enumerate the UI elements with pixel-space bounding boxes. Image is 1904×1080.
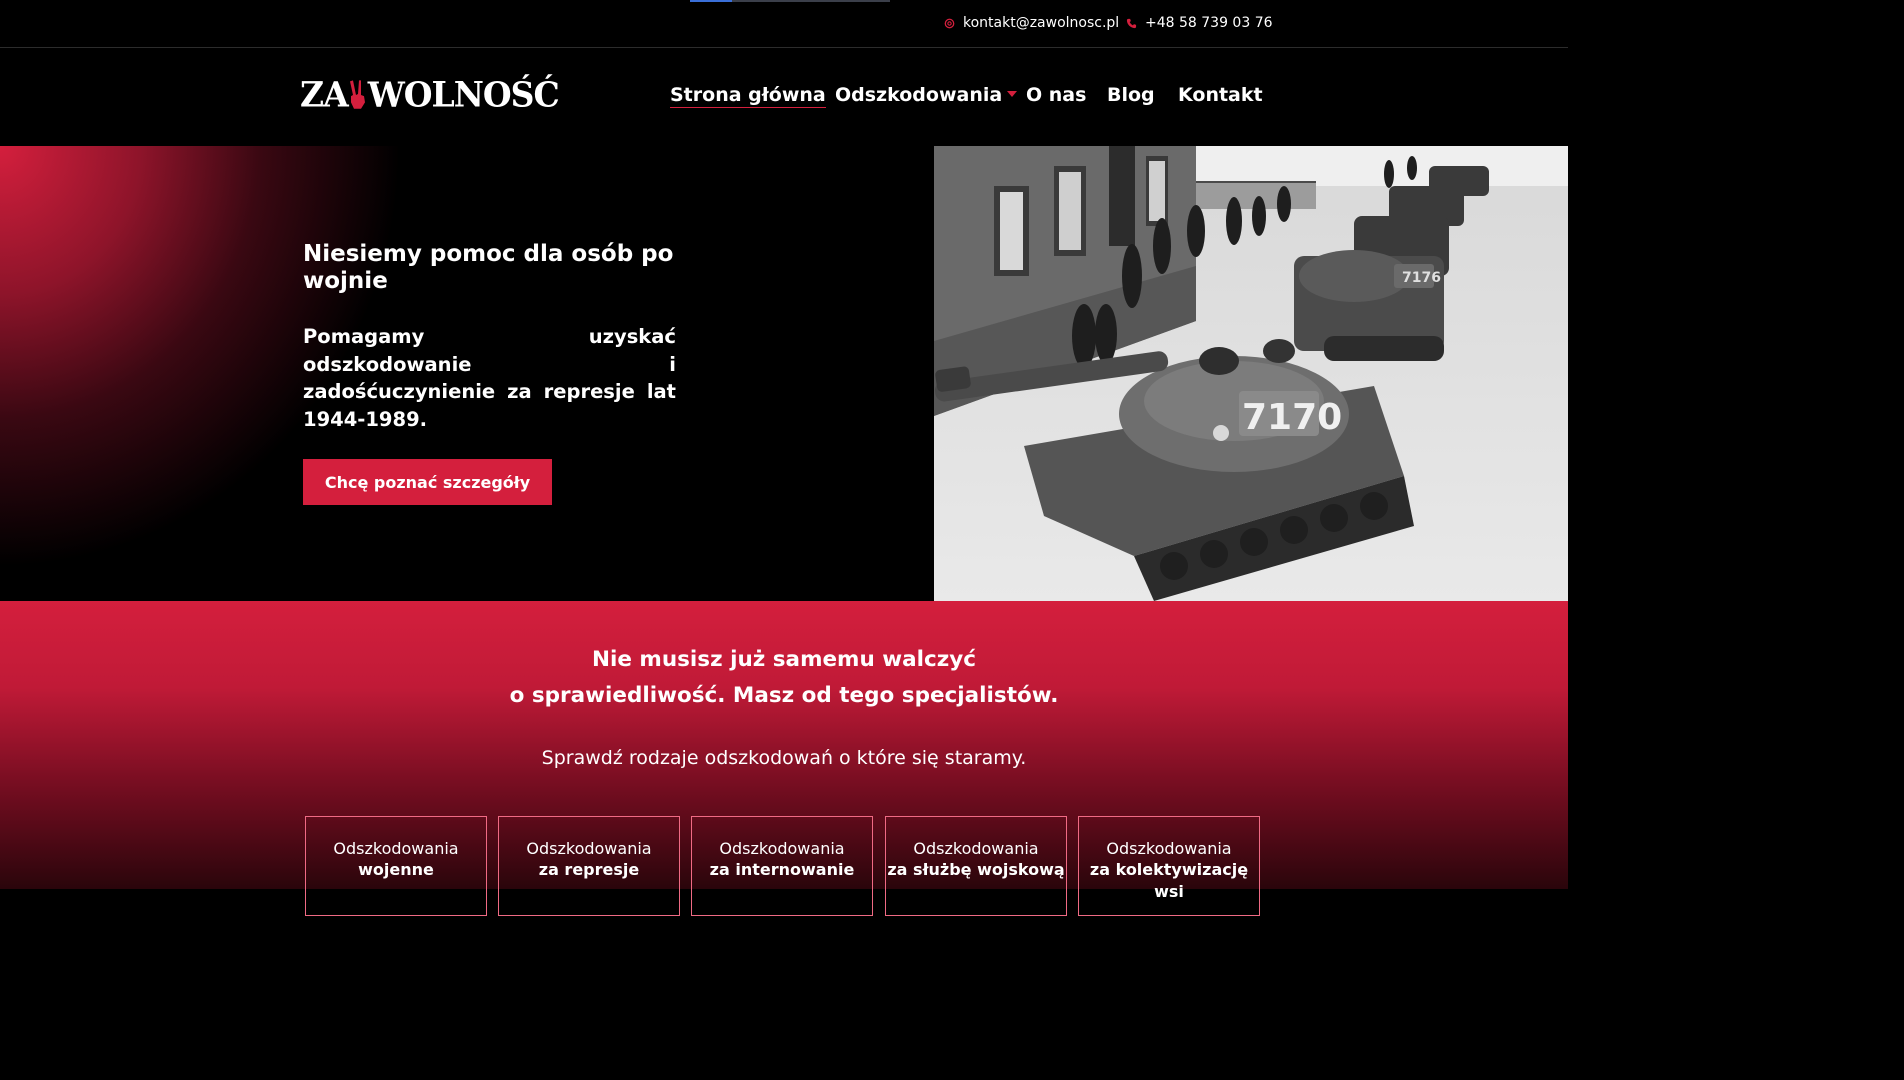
nav-about[interactable]: O nas [1026, 84, 1086, 106]
service-card-internment[interactable]: Odszkodowania za internowanie [691, 816, 873, 916]
service-card-title: za służbę wojskową [887, 860, 1065, 879]
service-card-label: Odszkodowania [333, 839, 459, 858]
phone-link[interactable]: +48 58 739 03 76 [1126, 15, 1273, 31]
service-card-label: Odszkodowania [1106, 839, 1232, 858]
top-ribbon [690, 0, 890, 2]
email-link[interactable]: kontakt@zawolnosc.pl [944, 15, 1119, 31]
nav-contact[interactable]: Kontakt [1178, 84, 1263, 106]
service-card-label: Odszkodowania [526, 839, 652, 858]
services-heading-line2: o sprawiedliwość. Masz od tego specjalis… [509, 683, 1059, 708]
email-icon [944, 18, 955, 28]
logo-text-right: WOLNOŚĆ [367, 73, 560, 115]
services-subheading: Sprawdź rodzaje odszkodowań o które się … [541, 747, 1027, 769]
v-sign-hand-icon [349, 80, 365, 109]
service-card-war[interactable]: Odszkodowania wojenne [305, 816, 487, 916]
service-card-military-service[interactable]: Odszkodowania za służbę wojskową [885, 816, 1067, 916]
service-card-collectivization[interactable]: Odszkodowania za kolektywizację wsi [1078, 816, 1260, 916]
service-card-label: Odszkodowania [719, 839, 845, 858]
service-card-title: wojenne [358, 860, 434, 879]
learn-more-button[interactable]: Chcę poznać szczegóły [303, 459, 552, 505]
svg-text:7176: 7176 [1402, 270, 1441, 286]
nav-compensation[interactable]: Odszkodowania [835, 84, 1018, 106]
nav-home[interactable]: Strona główna [670, 84, 826, 108]
service-card-title: za represje [538, 860, 640, 879]
hero-section: Niesiemy pomoc dla osób po wojnie Pomaga… [0, 146, 1568, 601]
top-contact-bar: kontakt@zawolnosc.pl +48 58 739 03 76 [0, 0, 1568, 48]
phone-icon [1126, 18, 1137, 28]
dropdown-caret-icon [1007, 91, 1018, 97]
site-logo[interactable]: ZA WOLNOŚĆ [300, 73, 560, 115]
hero-photo-tanks: 7176 7170 [934, 146, 1568, 601]
logo-text-left: ZA [300, 73, 349, 115]
svg-text:7170: 7170 [1242, 397, 1342, 438]
email-text: kontakt@zawolnosc.pl [963, 15, 1120, 31]
services-heading-line1: Nie musisz już samemu walczyć [591, 647, 977, 672]
service-card-repression[interactable]: Odszkodowania za represje [498, 816, 680, 916]
services-section: Nie musisz już samemu walczyć o sprawied… [0, 601, 1568, 916]
hero-lead: Pomagamy uzyskać odszkodowanie i zadośću… [303, 325, 676, 431]
hero-title: Niesiemy pomoc dla osób po wojnie [303, 241, 674, 294]
site-header: ZA WOLNOŚĆ Strona główna Odszkodowania O… [0, 48, 1568, 145]
service-card-title: za internowanie [709, 860, 855, 879]
nav-blog[interactable]: Blog [1107, 84, 1155, 106]
phone-text: +48 58 739 03 76 [1145, 15, 1273, 31]
services-heading: Nie musisz już samemu walczyć o sprawied… [0, 642, 1568, 714]
service-card-label: Odszkodowania [913, 839, 1039, 858]
nav-compensation-label: Odszkodowania [835, 84, 1003, 106]
service-card-title: za kolektywizację wsi [1089, 860, 1249, 901]
